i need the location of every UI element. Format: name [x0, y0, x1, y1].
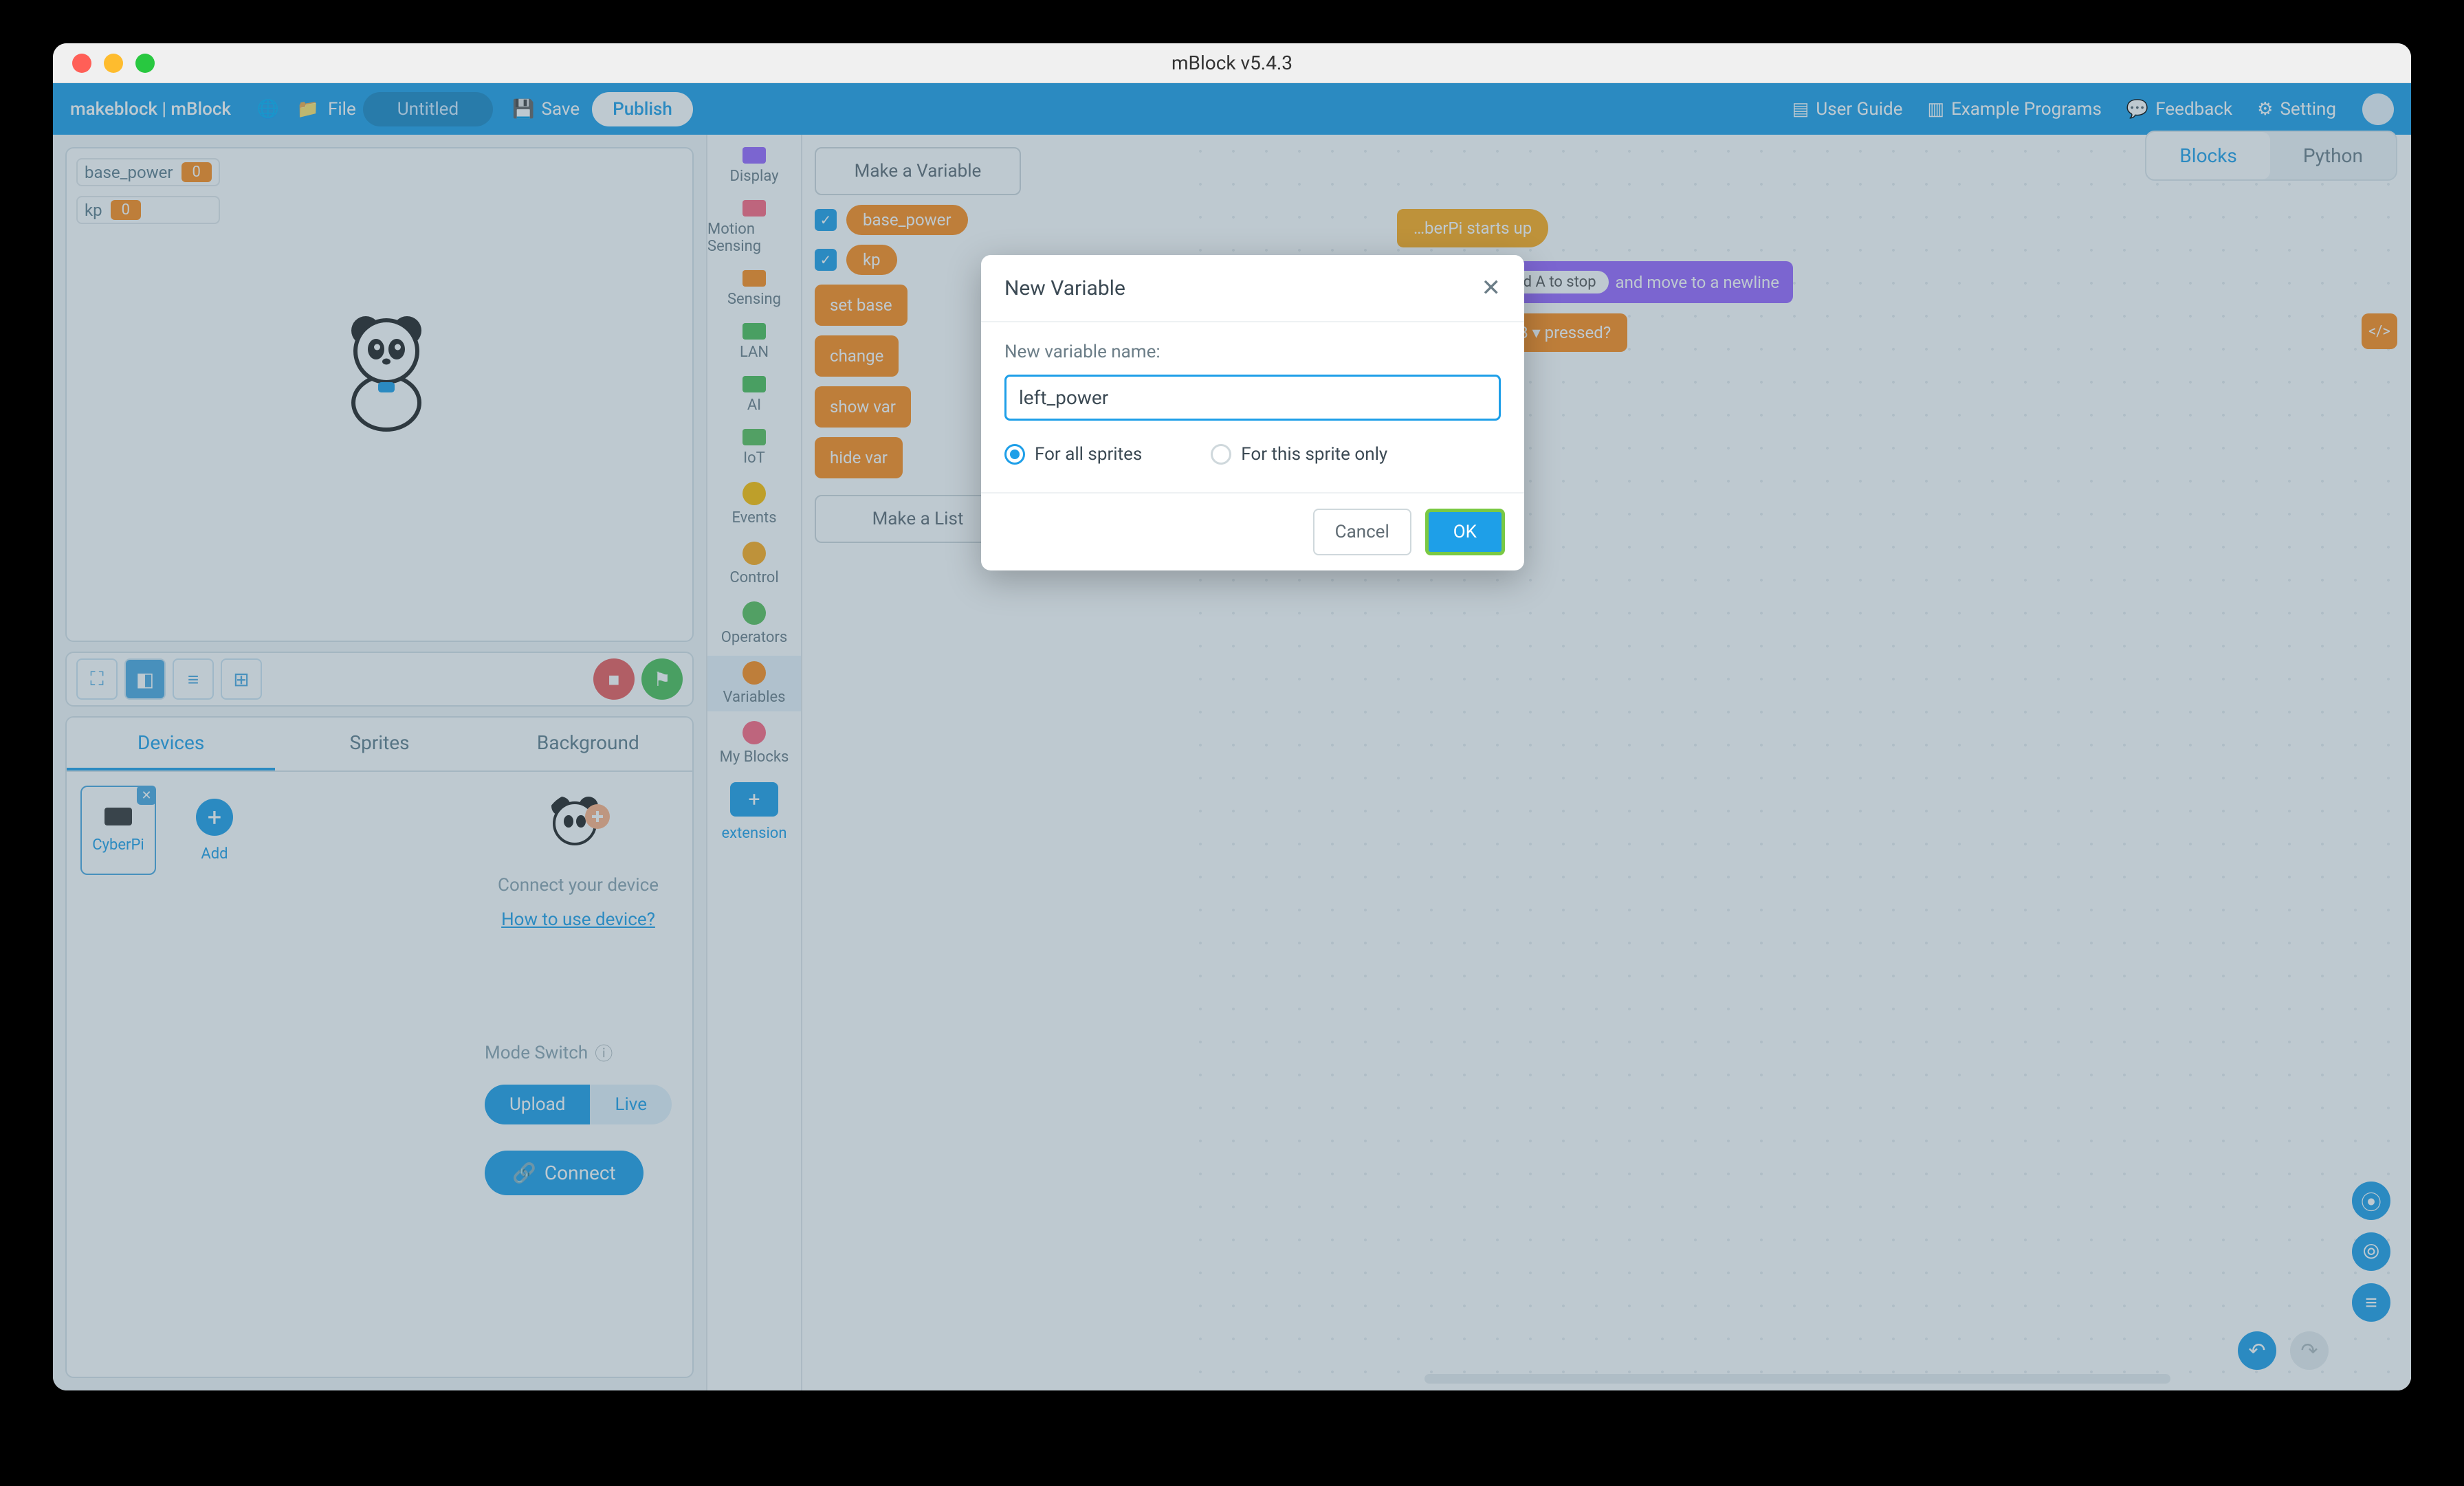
app-window: mBlock v5.4.3 makeblock | mBlock 🌐 📁 Fil…: [53, 43, 2411, 1390]
titlebar: mBlock v5.4.3: [53, 43, 2411, 83]
input-label: New variable name:: [1004, 342, 1501, 362]
dialog-title: New Variable: [1004, 276, 1125, 300]
close-icon[interactable]: ✕: [1482, 274, 1502, 302]
radio-for-this-sprite[interactable]: For this sprite only: [1211, 444, 1387, 465]
new-variable-dialog: New Variable ✕ New variable name: For al…: [981, 255, 1524, 570]
ok-button[interactable]: OK: [1425, 509, 1505, 555]
variable-name-input[interactable]: [1004, 375, 1501, 421]
window-title: mBlock v5.4.3: [53, 52, 2411, 74]
cancel-button[interactable]: Cancel: [1313, 509, 1411, 555]
radio-for-all-sprites[interactable]: For all sprites: [1004, 444, 1142, 465]
